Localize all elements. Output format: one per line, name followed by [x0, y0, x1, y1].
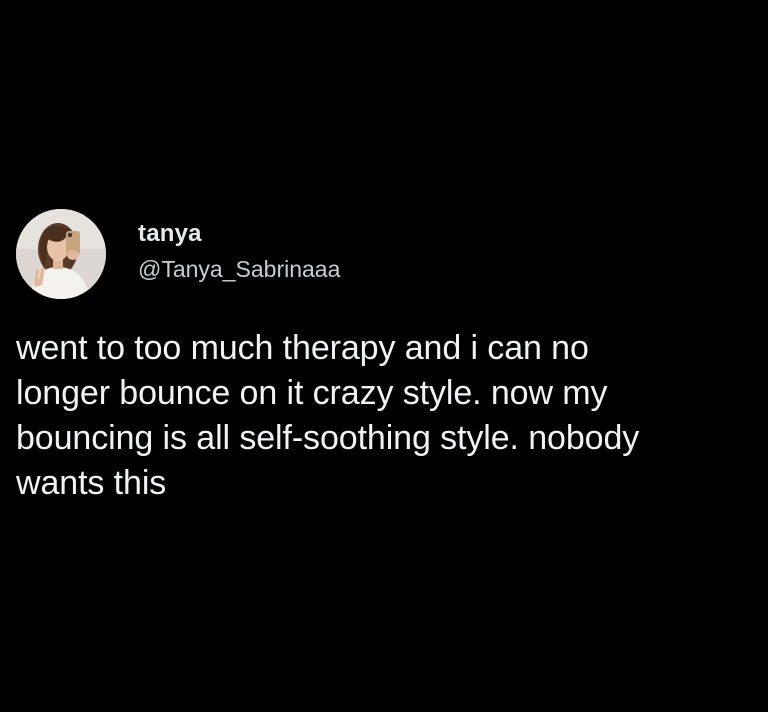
tweet-header: tanya @Tanya_Sabrinaaa [16, 206, 762, 302]
display-name[interactable]: tanya [138, 219, 340, 249]
profile-photo-icon [16, 209, 106, 299]
user-handle[interactable]: @Tanya_Sabrinaaa [138, 253, 340, 285]
author-info: tanya @Tanya_Sabrinaaa [138, 219, 340, 285]
tweet-card: tanya @Tanya_Sabrinaaa went to too much … [16, 206, 762, 506]
tweet-text: went to too much therapy and i can no lo… [16, 329, 640, 502]
avatar[interactable] [16, 209, 106, 299]
